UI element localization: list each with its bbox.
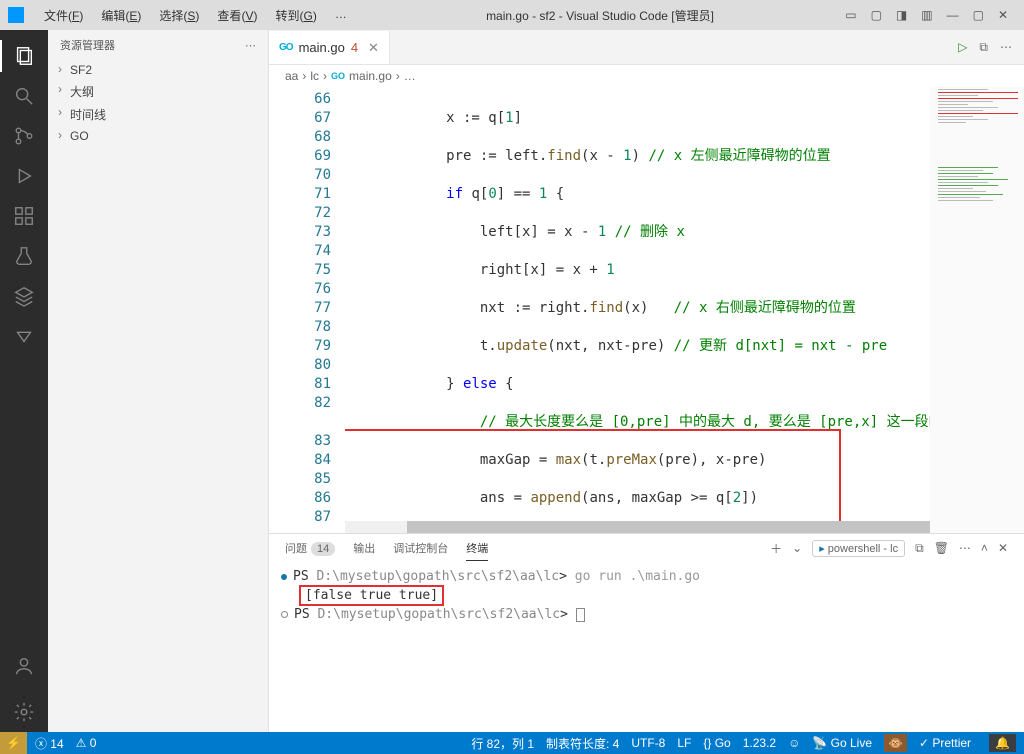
tab-close-icon[interactable]: ✕ [368, 40, 379, 56]
tree-item-go[interactable]: GO [52, 126, 264, 146]
editor-group: GO main.go 4 ✕ ▷ ⧉ ⋯ aa› lc› GO main.go›… [269, 30, 1024, 732]
panel-tab-debug[interactable]: 调试控制台 [393, 536, 448, 560]
crumb-lc[interactable]: lc [310, 69, 319, 83]
tab-main-go[interactable]: GO main.go 4 ✕ [269, 31, 390, 64]
menu-view[interactable]: 查看(V) [209, 4, 265, 27]
status-bell-icon[interactable]: 🔔 [989, 734, 1016, 752]
editor-tabs: GO main.go 4 ✕ ▷ ⧉ ⋯ [269, 30, 1024, 65]
minimize-button[interactable]: — [947, 8, 959, 22]
kill-terminal-icon[interactable]: 🗑 [934, 541, 949, 555]
status-position[interactable]: 行 82，列 1 [471, 735, 534, 752]
breadcrumb[interactable]: aa› lc› GO main.go› … [269, 65, 1024, 87]
activity-misc1[interactable] [0, 276, 48, 316]
status-golive[interactable]: 📡 Go Live [812, 736, 872, 750]
layout-panel-icon[interactable]: ▢ [871, 8, 882, 22]
window-controls: ▭ ▢ ◨ ▥ — ▢ ✕ [845, 8, 1016, 22]
activity-bar [0, 30, 48, 732]
terminal-label[interactable]: ▸ powershell - lc [812, 540, 905, 557]
titlebar: 文件(F) 编辑(E) 选择(S) 查看(V) 转到(G) … main.go … [0, 0, 1024, 30]
sidebar-more-icon[interactable]: ⋯ [245, 39, 256, 52]
split-terminal-icon[interactable]: ⧉ [915, 541, 924, 556]
tree-item-sf2[interactable]: SF2 [52, 60, 264, 80]
explorer-sidebar: 资源管理器 ⋯ SF2 大纲 时间线 GO [48, 30, 269, 732]
split-editor-icon[interactable]: ⧉ [979, 40, 988, 55]
code-content[interactable]: x := q[1] pre := left.find(x - 1) // x 左… [345, 87, 930, 533]
status-encoding[interactable]: UTF-8 [631, 736, 665, 750]
scrollbar-thumb[interactable] [407, 521, 930, 533]
menu-goto[interactable]: 转到(G) [267, 4, 324, 27]
activity-extensions[interactable] [0, 196, 48, 236]
activity-settings[interactable] [0, 692, 48, 732]
status-indent[interactable]: 制表符长度: 4 [546, 735, 619, 752]
explorer-tree: SF2 大纲 时间线 GO [48, 60, 268, 146]
status-prettier[interactable]: ✓ Prettier [919, 736, 971, 750]
highlight-box-main [345, 429, 841, 532]
terminal[interactable]: PS D:\mysetup\gopath\src\sf2\aa\lc> go r… [269, 562, 1024, 732]
status-errors[interactable]: ⓧ 14 [35, 735, 64, 752]
menu-file[interactable]: 文件(F) [36, 4, 91, 27]
status-feedback-icon[interactable]: ☺ [788, 736, 800, 750]
status-eol[interactable]: LF [677, 736, 691, 750]
sidebar-title: 资源管理器 [60, 37, 115, 53]
status-warnings[interactable]: ⚠ 0 [76, 736, 97, 750]
tree-item-timeline[interactable]: 时间线 [52, 103, 264, 126]
editor-actions: ▷ ⧉ ⋯ [946, 30, 1024, 64]
crumb-more[interactable]: … [404, 69, 416, 83]
menu-select[interactable]: 选择(S) [151, 4, 207, 27]
status-bar: ⚡ ⓧ 14 ⚠ 0 行 82，列 1 制表符长度: 4 UTF-8 LF {}… [0, 732, 1024, 754]
layout-primary-icon[interactable]: ▭ [845, 8, 856, 22]
go-file-icon: GO [331, 71, 345, 81]
activity-debug[interactable] [0, 156, 48, 196]
terminal-dropdown-icon[interactable]: ⌄ [792, 541, 802, 555]
code-area[interactable]: 6667686970717273747576777879808182838485… [269, 87, 1024, 533]
maximize-panel-icon[interactable]: ˄ [981, 541, 988, 555]
activity-test[interactable] [0, 236, 48, 276]
new-terminal-icon[interactable]: ＋ [770, 540, 782, 557]
window-title: main.go - sf2 - Visual Studio Code [管理员] [359, 7, 841, 24]
minimap[interactable] [930, 87, 1024, 533]
status-language[interactable]: {} Go [703, 736, 730, 750]
close-button[interactable]: ✕ [998, 8, 1008, 22]
run-icon[interactable]: ▷ [958, 40, 967, 54]
panel: 问题14 输出 调试控制台 终端 ＋ ⌄ ▸ powershell - lc ⧉… [269, 533, 1024, 732]
maximize-button[interactable]: ▢ [973, 8, 984, 22]
menu-more[interactable]: … [327, 4, 355, 27]
remote-indicator[interactable]: ⚡ [0, 732, 27, 754]
activity-explorer[interactable] [0, 36, 48, 76]
status-go-version[interactable]: 1.23.2 [743, 736, 776, 750]
panel-tab-terminal[interactable]: 终端 [466, 536, 488, 561]
close-panel-icon[interactable]: ✕ [998, 541, 1008, 555]
highlight-box-output: [false true true] [299, 585, 444, 606]
layout-side-icon[interactable]: ◨ [896, 8, 907, 22]
layout-custom-icon[interactable]: ▥ [921, 8, 932, 22]
tab-label: main.go [299, 40, 345, 55]
crumb-file[interactable]: main.go [349, 69, 392, 83]
panel-tabs: 问题14 输出 调试控制台 终端 ＋ ⌄ ▸ powershell - lc ⧉… [269, 534, 1024, 562]
panel-more-icon[interactable]: ⋯ [959, 541, 971, 555]
activity-misc2[interactable] [0, 316, 48, 356]
panel-tab-output[interactable]: 输出 [353, 536, 375, 560]
activity-search[interactable] [0, 76, 48, 116]
tab-problems-badge: 4 [351, 40, 358, 55]
tree-item-outline[interactable]: 大纲 [52, 80, 264, 103]
editor-more-icon[interactable]: ⋯ [1000, 40, 1012, 54]
go-file-icon: GO [279, 42, 293, 53]
term-marker-icon [281, 611, 288, 618]
menu-edit[interactable]: 编辑(E) [93, 4, 149, 27]
activity-account[interactable] [0, 646, 48, 686]
menu-bar: 文件(F) 编辑(E) 选择(S) 查看(V) 转到(G) … [36, 4, 355, 27]
terminal-cursor [576, 608, 585, 622]
panel-tab-problems[interactable]: 问题14 [285, 536, 335, 560]
sidebar-header: 资源管理器 ⋯ [48, 30, 268, 60]
vscode-icon [8, 7, 24, 23]
crumb-aa[interactable]: aa [285, 69, 298, 83]
status-ext-icon[interactable]: 🐵 [884, 734, 907, 752]
term-marker-icon [281, 574, 287, 580]
gutter: 6667686970717273747576777879808182838485… [269, 87, 345, 533]
activity-scm[interactable] [0, 116, 48, 156]
horizontal-scrollbar[interactable] [345, 521, 930, 533]
